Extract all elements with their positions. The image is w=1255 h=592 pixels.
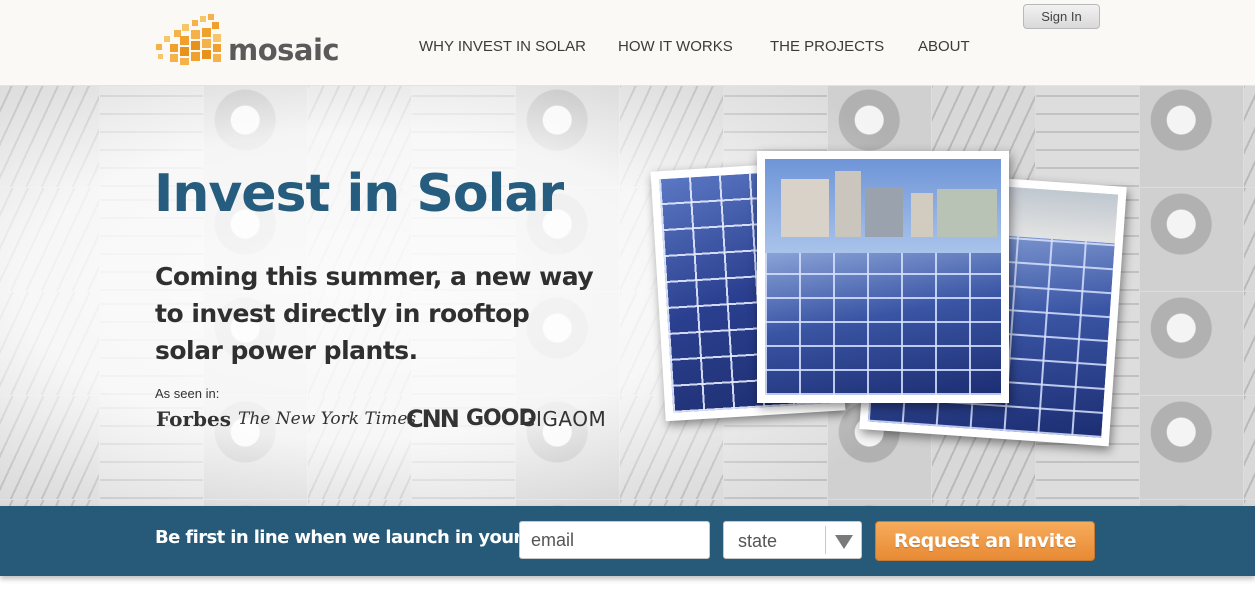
- solar-panels-image: [765, 253, 1001, 395]
- nav-item-the-projects[interactable]: THE PROJECTS: [770, 38, 884, 55]
- request-invite-button[interactable]: Request an Invite: [875, 521, 1095, 561]
- state-select[interactable]: state: [723, 521, 862, 559]
- state-select-value: state: [738, 531, 778, 551]
- nav-item-how-it-works[interactable]: HOW IT WORKS: [618, 38, 733, 55]
- sign-in-button[interactable]: Sign In: [1023, 4, 1100, 29]
- solar-photo-center: [757, 151, 1009, 403]
- signup-bar: Be first in line when we launch in your …: [0, 506, 1255, 576]
- chevron-down-icon[interactable]: [835, 535, 853, 549]
- mosaic-squares-logo-icon: [156, 14, 221, 65]
- logo-wordmark: mosaic: [228, 33, 340, 67]
- select-divider: [825, 526, 826, 554]
- as-seen-in-label: As seen in:: [155, 386, 220, 401]
- mosaic-logo[interactable]: mosaic: [156, 14, 356, 66]
- press-logo-cnn: CNN: [406, 405, 460, 433]
- hero-section: Invest in Solar Coming this summer, a ne…: [0, 86, 1255, 506]
- hero-subtitle: Coming this summer, a new way to invest …: [155, 262, 594, 365]
- site-header: mosaic WHY INVEST IN SOLAR HOW IT WORKS …: [0, 0, 1255, 86]
- nav-item-about[interactable]: ABOUT: [918, 38, 970, 55]
- press-logo-nyt: The New York Times: [238, 409, 417, 429]
- email-field[interactable]: [519, 521, 710, 559]
- press-logo-gigaom: GIGAOM: [520, 407, 607, 431]
- hero-title: Invest in Solar: [154, 164, 564, 224]
- press-logo-forbes: Forbes: [156, 407, 231, 431]
- nav-item-why-invest[interactable]: WHY INVEST IN SOLAR: [419, 38, 586, 55]
